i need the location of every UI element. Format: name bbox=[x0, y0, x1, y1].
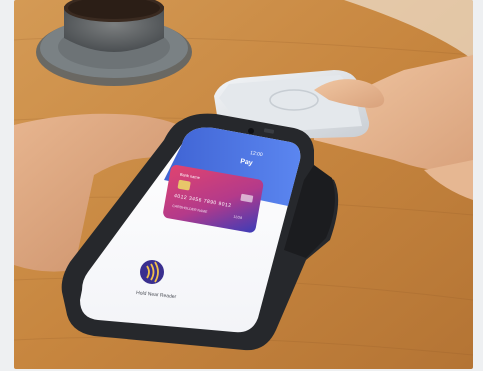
contactless-icon bbox=[140, 260, 164, 284]
payment-photo: 12:00 Pay Bank name 4012 3456 7890 9012 … bbox=[14, 0, 473, 369]
photo-frame: 12:00 Pay Bank name 4012 3456 7890 9012 … bbox=[14, 0, 473, 369]
